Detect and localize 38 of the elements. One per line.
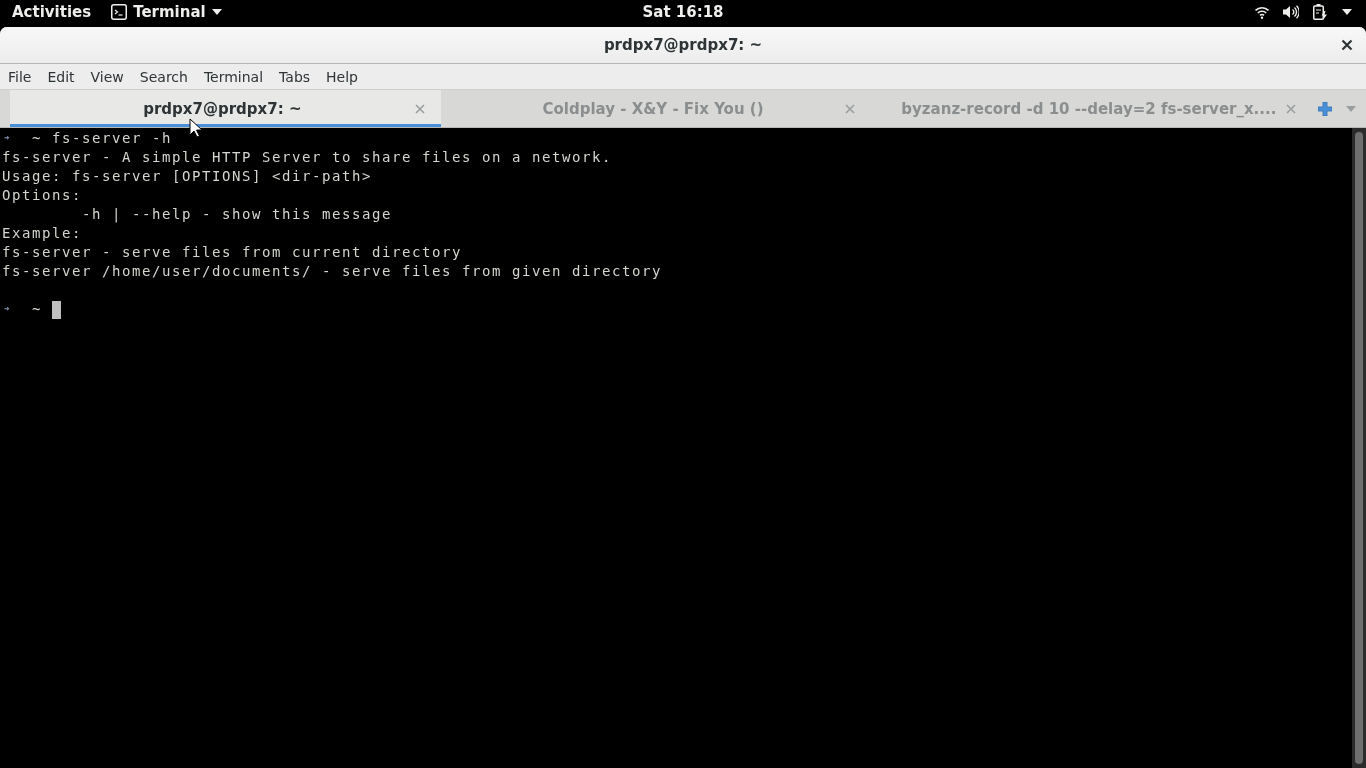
output-line: fs-server - A simple HTTP Server to share files on a network. — [2, 148, 612, 167]
output-line: -h | --help - show this message — [82, 205, 392, 224]
close-icon[interactable] — [845, 103, 856, 114]
output-line: Usage: fs-server [OPTIONS] <dir-path> — [2, 167, 372, 186]
new-tab-button[interactable] — [1318, 101, 1332, 116]
menu-item[interactable]: Terminal — [195, 64, 272, 89]
prompt-arrow: ➜ — [3, 132, 11, 145]
close-icon[interactable] — [414, 103, 425, 114]
battery-icon[interactable] — [1313, 4, 1328, 20]
activities-button[interactable]: Activities — [12, 3, 92, 21]
caret-icon — [211, 9, 222, 15]
prompt-arrow: ➜ — [3, 303, 11, 316]
close-icon[interactable] — [1286, 103, 1297, 114]
output-line: Example: — [2, 224, 82, 243]
mouse-pointer-icon — [189, 118, 202, 138]
menu-item[interactable]: Search — [131, 64, 196, 89]
clock[interactable]: Sat 16:18 — [642, 3, 724, 21]
system-menu-caret-icon[interactable] — [1342, 9, 1352, 15]
tab[interactable]: prdpx7@prdpx7: ~ — [10, 90, 441, 127]
menu-item[interactable]: Edit — [39, 64, 83, 89]
menu-item[interactable]: Help — [318, 64, 366, 89]
command-text: fs-server -h — [52, 129, 172, 148]
close-button[interactable] — [1341, 39, 1353, 51]
output-line: Options: — [2, 186, 82, 205]
wifi-icon[interactable] — [1255, 5, 1269, 19]
output-line: fs-server - serve files from current directory — [2, 243, 462, 262]
prompt-directory: ~ — [32, 300, 43, 319]
scrollbar[interactable] — [1352, 128, 1366, 768]
menu-item[interactable]: Tabs — [271, 64, 319, 89]
app-menu[interactable]: Terminal — [111, 3, 222, 21]
output-line: fs-server /home/user/documents/ - serve files from given directory — [2, 262, 662, 281]
speaker-icon[interactable] — [1283, 5, 1299, 19]
menu-item[interactable]: View — [82, 64, 132, 89]
terminal-icon — [111, 4, 128, 20]
window-title: prdpx7@prdpx7: ~ — [603, 36, 763, 54]
menu-item[interactable]: File — [0, 64, 40, 89]
tab-list-button[interactable] — [1346, 105, 1356, 112]
prompt-directory: ~ — [32, 129, 43, 148]
